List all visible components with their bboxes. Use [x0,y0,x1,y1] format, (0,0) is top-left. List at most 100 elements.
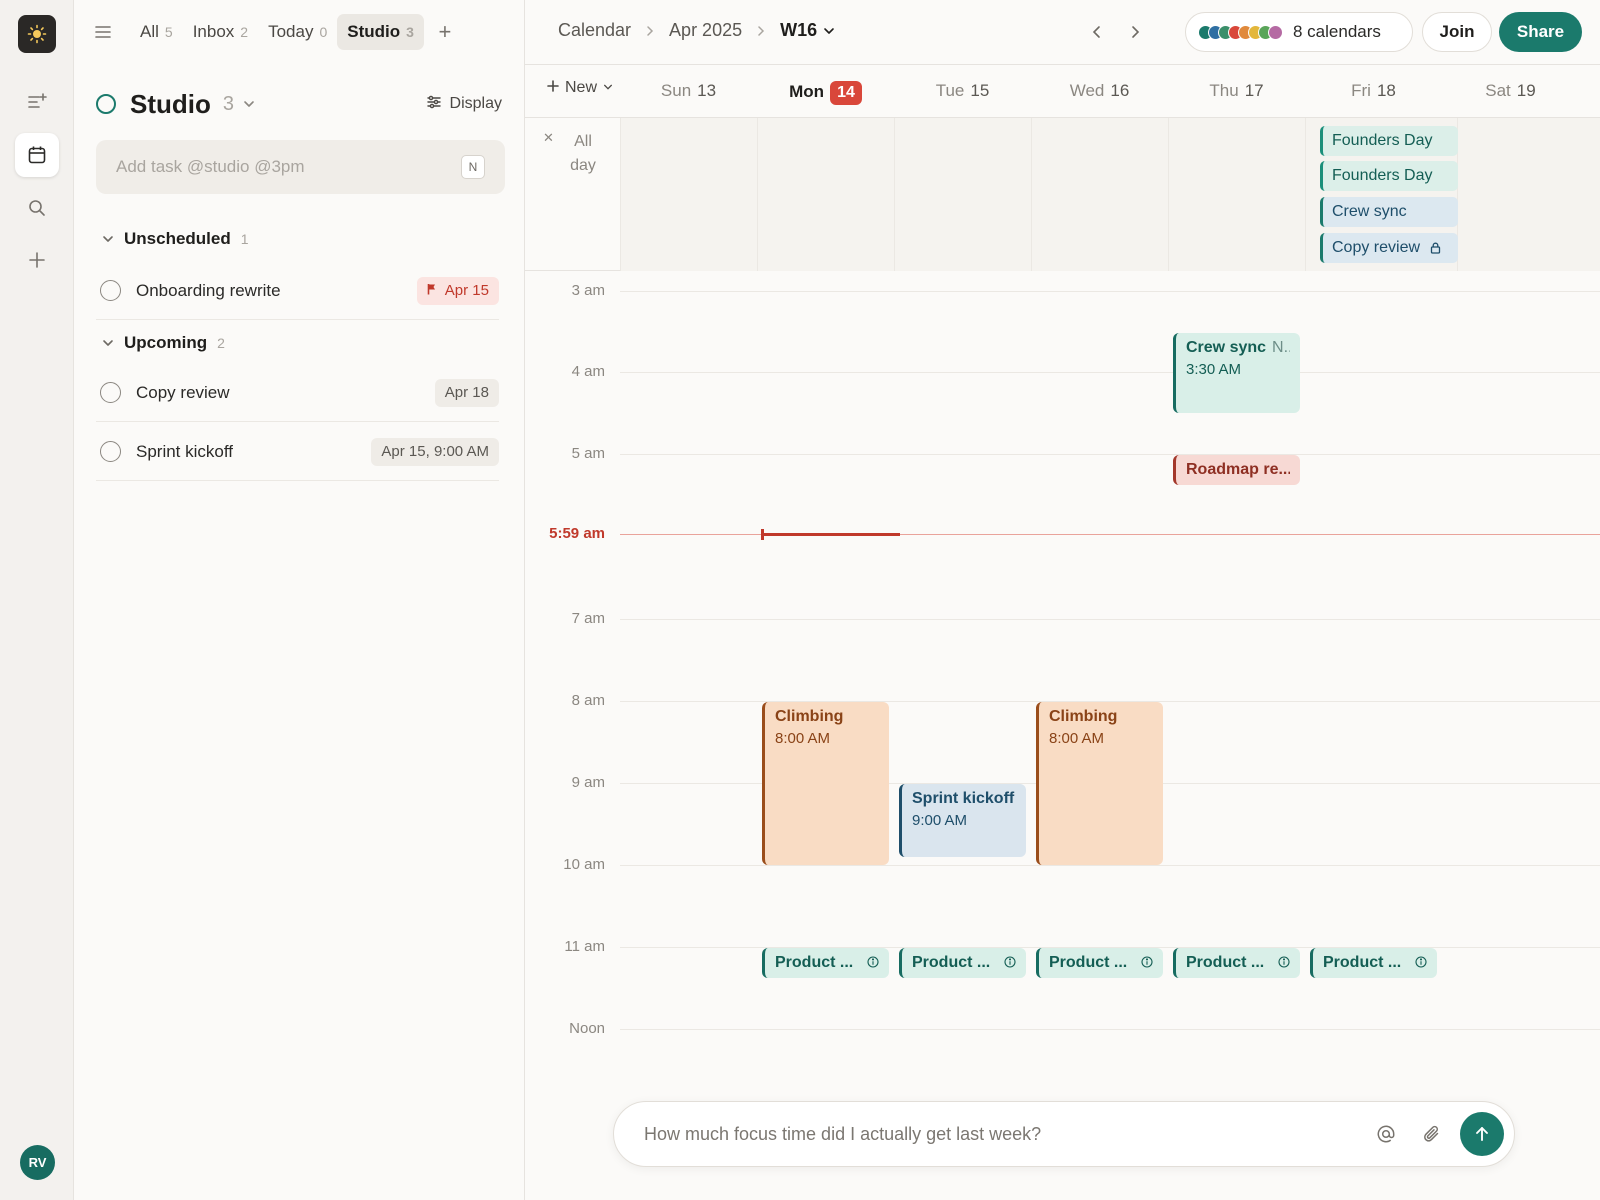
calendar-event[interactable]: Sprint kickoff 9:00 AM [899,784,1026,857]
calendar-event[interactable]: Product ... [762,948,889,978]
breadcrumb-week[interactable]: W16 [780,20,817,41]
tab-count: 5 [164,24,173,40]
section-unscheduled[interactable]: Unscheduled 1 [102,225,249,253]
task-title: Onboarding rewrite [136,280,281,300]
calendar-view: Calendar Apr 2025 W16 8 calendars Join S… [525,0,1600,1200]
task-checkbox[interactable] [100,441,121,462]
calendar-event[interactable]: Crew sync N.. 3:30 AM [1173,332,1300,414]
day-header-sun[interactable]: Sun 13 [620,81,757,101]
task-checkbox[interactable] [100,382,121,403]
chevron-left-icon[interactable] [1085,20,1109,44]
all-day-cell[interactable] [1457,118,1600,271]
plus-icon[interactable] [15,238,59,282]
day-name: Sat [1485,81,1511,100]
calendar-event[interactable]: Product ... [899,948,1026,978]
close-icon[interactable]: ✕ [543,130,554,146]
paperclip-icon[interactable] [1414,1116,1450,1152]
add-task-input[interactable] [116,157,461,177]
info-icon[interactable] [1415,955,1427,971]
assistant-chat-bar [613,1101,1515,1167]
hour-line [620,454,1600,455]
calendar-event[interactable]: Product ... [1173,948,1300,978]
day-header-mon[interactable]: Mon 14 [757,81,894,105]
info-icon[interactable] [1004,955,1016,971]
event-title: Sprint kickoff [912,790,1015,807]
section-upcoming[interactable]: Upcoming 2 [102,329,225,357]
all-day-event[interactable]: Founders Day [1320,126,1458,156]
send-button[interactable] [1460,1112,1504,1156]
task-checkbox[interactable] [100,280,121,301]
task-due-badge[interactable]: Apr 18 [434,378,499,407]
task-due-badge[interactable]: Apr 15 [416,276,499,305]
tasks-icon[interactable] [15,80,59,124]
day-header-tue[interactable]: Tue 15 [894,81,1031,101]
share-button[interactable]: Share [1499,12,1582,52]
time-grid[interactable]: 3 am 4 am 5 am 7 am 8 am 9 am 10 am 11 a… [525,272,1600,1200]
day-number: 18 [1376,81,1396,100]
task-due-badge[interactable]: Apr 15, 9:00 AM [371,437,499,466]
calendar-color-dot [1268,24,1283,40]
display-button[interactable]: Display [426,94,502,115]
info-icon[interactable] [1141,955,1153,971]
day-header-fri[interactable]: Fri 18 [1305,81,1442,101]
add-task-field[interactable]: N [96,140,505,194]
chevron-down-icon [603,79,613,97]
day-header-thu[interactable]: Thu 17 [1168,81,1305,101]
chevron-right-icon [645,25,655,37]
current-time-marker [761,529,764,540]
chat-input[interactable] [644,1123,1358,1145]
add-tab-icon[interactable]: + [430,17,460,47]
calendar-event[interactable]: Climbing 8:00 AM [1036,702,1163,865]
all-day-event[interactable]: Founders Day [1320,161,1458,191]
chevron-down-icon[interactable] [823,25,835,37]
hamburger-icon[interactable] [88,17,118,47]
calendars-button[interactable]: 8 calendars [1185,12,1413,52]
hour-label: 3 am [571,282,605,299]
all-day-cell[interactable] [1031,118,1168,271]
day-header-sat[interactable]: Sat 19 [1442,81,1579,101]
project-ring-icon [96,94,116,114]
info-icon[interactable] [867,955,879,971]
breadcrumb-calendar[interactable]: Calendar [558,20,631,41]
calendar-event[interactable]: Roadmap re... [1173,455,1300,485]
join-button[interactable]: Join [1422,12,1492,52]
new-event-button[interactable]: New [547,79,613,97]
calendar-event[interactable]: Climbing 8:00 AM [762,702,889,865]
hour-label: 10 am [563,856,605,873]
all-day-event[interactable]: Copy review [1320,233,1458,263]
all-day-cell[interactable] [620,118,757,271]
breadcrumb-month[interactable]: Apr 2025 [669,20,742,41]
task-row[interactable]: Copy review Apr 18 [96,364,499,422]
day-number: 19 [1516,81,1536,100]
event-title: Product ... [912,954,991,971]
tab-label: Studio [347,22,401,41]
tab-inbox[interactable]: Inbox 2 [183,14,258,50]
hour-label: 8 am [571,692,605,709]
day-header-wed[interactable]: Wed 16 [1031,81,1168,101]
avatar[interactable]: RV [20,1145,55,1180]
day-header-row: New Sun 13 Mon 14 Tue 15 Wed 16 Thu 17 Fri 18 … [525,65,1600,118]
task-row[interactable]: Onboarding rewrite Apr 15 [96,262,499,320]
tab-studio[interactable]: Studio 3 [337,14,424,50]
at-mention-icon[interactable] [1368,1116,1404,1152]
chevron-right-icon [756,25,766,37]
chevron-right-icon[interactable] [1123,20,1147,44]
all-day-cell[interactable] [1168,118,1305,271]
calendar-icon[interactable] [15,133,59,177]
chevron-down-icon[interactable] [242,97,256,111]
info-icon[interactable] [1278,955,1290,971]
app-rail: RV [0,0,74,1200]
sun-icon[interactable] [18,15,56,53]
task-row[interactable]: Sprint kickoff Apr 15, 9:00 AM [96,423,499,481]
tab-all[interactable]: All 5 [130,14,183,50]
event-time: 3:30 AM [1186,360,1242,378]
all-day-cell[interactable] [894,118,1031,271]
calendar-event[interactable]: Product ... [1310,948,1437,978]
all-day-cell[interactable] [757,118,894,271]
calendar-event[interactable]: Product ... [1036,948,1163,978]
tab-today[interactable]: Today 0 [258,14,337,50]
day-name: Mon [789,82,825,101]
search-icon[interactable] [15,186,59,230]
all-day-event[interactable]: Crew sync [1320,197,1458,227]
hour-label: 5 am [571,445,605,462]
